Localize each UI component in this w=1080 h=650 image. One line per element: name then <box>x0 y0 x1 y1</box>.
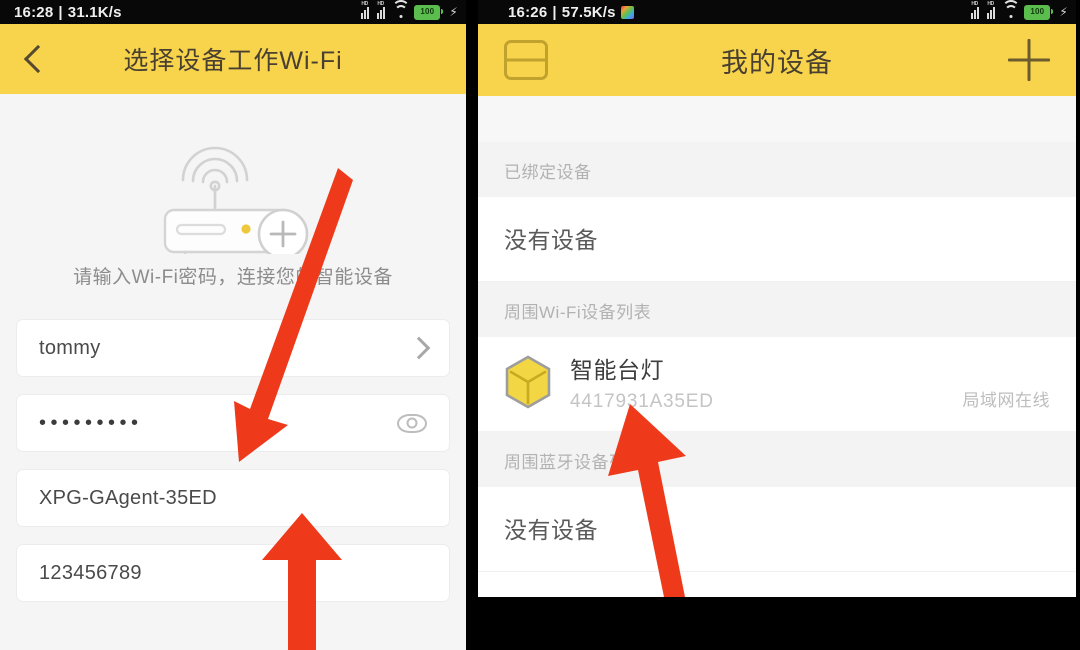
status-network-speed: 31.1K/s <box>67 3 122 21</box>
charging-bolt-icon: ⚡ <box>449 5 458 19</box>
wifi-form-fields: tommy ••••••••• XPG-GAgent-35ED 12345678… <box>0 319 466 602</box>
wifi-icon <box>392 0 411 18</box>
device-password-value: 123456789 <box>39 561 142 584</box>
charging-bolt-icon: ⚡ <box>1059 5 1068 19</box>
device-name: 智能台灯 <box>570 357 664 383</box>
device-info: 智能台灯 4417931A35ED <box>570 351 963 413</box>
status-bar-left-group: 16:28 | 31.1K/s <box>0 4 122 21</box>
wifi-password-value: ••••••••• <box>39 411 143 434</box>
battery-icon: 100 <box>414 4 444 20</box>
status-time: 16:26 <box>508 3 548 21</box>
bluetooth-devices-empty-text: 没有设备 <box>478 487 1076 572</box>
signal-bars-icon: HD <box>987 1 998 19</box>
page-title: 选择设备工作Wi-Fi <box>123 47 343 75</box>
back-chevron-icon[interactable] <box>23 44 53 74</box>
hamburger-menu-icon[interactable] <box>504 40 548 80</box>
screenshot-stage: 16:28 | 31.1K/s HD HD 100 ⚡ 选择设备工作Wi-Fi … <box>0 0 1080 650</box>
chevron-right-icon[interactable] <box>407 336 431 360</box>
signal-hd-label: HD <box>361 0 368 7</box>
list-top-spacer <box>478 96 1076 142</box>
signal-hd-label: HD <box>987 0 994 7</box>
wifi-ssid-value: tommy <box>39 336 101 359</box>
device-list-item[interactable]: 智能台灯 4417931A35ED 局域网在线 <box>478 337 1076 432</box>
router-add-illustration <box>0 120 466 258</box>
right-status-bar: 16:26 | 57.5K/s HD HD 100 ⚡ <box>478 0 1076 24</box>
right-phone-screen: 16:26 | 57.5K/s HD HD 100 ⚡ 我的设备 已绑定设备 没… <box>478 0 1076 597</box>
status-bar-right-group: HD HD 100 ⚡ <box>361 0 458 20</box>
status-separator: | <box>552 3 557 21</box>
left-app-header: 选择设备工作Wi-Fi <box>0 24 466 94</box>
device-password-field[interactable]: 123456789 <box>16 544 450 602</box>
device-ap-value: XPG-GAgent-35ED <box>39 486 217 509</box>
signal-hd-label: HD <box>971 0 978 7</box>
status-bar-right-group: HD HD 100 ⚡ <box>971 0 1068 20</box>
battery-level-label: 100 <box>420 7 435 16</box>
signal-hd-label: HD <box>377 0 384 7</box>
eye-icon[interactable] <box>397 413 427 433</box>
section-header-bound-devices: 已绑定设备 <box>478 142 1076 197</box>
status-separator: | <box>58 3 63 21</box>
right-content-area: 已绑定设备 没有设备 周围Wi-Fi设备列表 智能台灯 4417931A35ED <box>478 96 1076 597</box>
signal-bars-icon: HD <box>377 1 388 19</box>
status-network-speed: 57.5K/s <box>561 3 616 21</box>
bound-devices-empty-text: 没有设备 <box>478 197 1076 282</box>
wifi-ssid-field[interactable]: tommy <box>16 319 450 377</box>
device-mac-address: 4417931A35ED <box>570 391 714 412</box>
status-time: 16:28 <box>14 3 54 21</box>
left-phone-screen: 16:28 | 31.1K/s HD HD 100 ⚡ 选择设备工作Wi-Fi … <box>0 0 466 650</box>
wifi-password-field[interactable]: ••••••••• <box>16 394 450 452</box>
wifi-icon <box>1002 0 1021 18</box>
page-title: 我的设备 <box>721 47 833 78</box>
left-status-bar: 16:28 | 31.1K/s HD HD 100 ⚡ <box>0 0 466 24</box>
section-header-nearby-bluetooth: 周围蓝牙设备列表 <box>478 432 1076 487</box>
left-content-area: 请输入Wi-Fi密码，连接您的智能设备 tommy ••••••••• XPG-… <box>0 94 466 650</box>
right-app-header: 我的设备 <box>478 24 1076 96</box>
signal-bars-icon: HD <box>361 1 372 19</box>
battery-icon: 100 <box>1024 4 1054 20</box>
hex-cube-device-icon <box>505 355 551 409</box>
battery-level-label: 100 <box>1030 7 1045 16</box>
device-status-badge: 局域网在线 <box>962 391 1050 410</box>
signal-bars-icon: HD <box>971 1 982 19</box>
rainbow-app-icon <box>620 5 634 19</box>
section-header-nearby-wifi: 周围Wi-Fi设备列表 <box>478 282 1076 337</box>
device-ap-field[interactable]: XPG-GAgent-35ED <box>16 469 450 527</box>
wifi-password-hint: 请输入Wi-Fi密码，连接您的智能设备 <box>73 267 393 288</box>
status-bar-left-group: 16:26 | 57.5K/s <box>478 4 634 21</box>
plus-icon[interactable] <box>1008 39 1050 81</box>
